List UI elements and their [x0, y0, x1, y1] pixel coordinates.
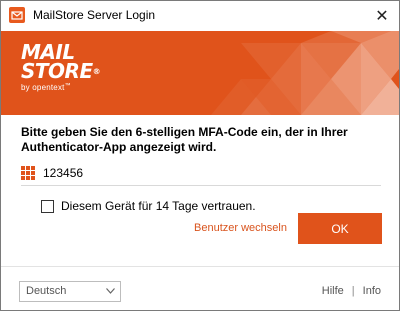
code-input-underline — [21, 185, 381, 186]
trust-device-option[interactable]: Diesem Gerät für 14 Tage vertrauen. — [41, 198, 256, 214]
close-button[interactable]: ✕ — [365, 1, 399, 31]
logo-byline-text: by opentext — [21, 83, 65, 92]
brand-banner: MAIL STORE® by opentext™ — [1, 31, 399, 115]
ok-button[interactable]: OK — [298, 213, 382, 244]
mailstore-app-icon — [9, 7, 25, 23]
logo-line-store: STORE® — [21, 59, 101, 83]
logo-store-text: STORE — [21, 59, 93, 83]
mailstore-logo: MAIL STORE® by opentext™ — [21, 42, 101, 92]
footer-separator: | — [351, 285, 355, 297]
mfa-code-input[interactable] — [41, 164, 245, 182]
window-title: MailStore Server Login — [33, 8, 156, 22]
logo-registered-mark: ® — [92, 67, 101, 76]
language-select[interactable]: Deutsch — [19, 281, 121, 302]
switch-user-link[interactable]: Benutzer wechseln — [194, 222, 287, 234]
language-value: Deutsch — [26, 285, 67, 297]
keypad-icon — [21, 166, 35, 180]
chevron-down-icon — [106, 288, 115, 294]
mfa-prompt: Bitte geben Sie den 6-stelligen MFA-Code… — [21, 125, 348, 154]
trust-device-label: Diesem Gerät für 14 Tage vertrauen. — [61, 199, 256, 213]
footer-links: Hilfe | Info — [322, 285, 381, 297]
login-window: MailStore Server Login ✕ MAIL STORE® by … — [0, 0, 400, 311]
title-bar: MailStore Server Login ✕ — [1, 1, 399, 31]
trust-device-checkbox[interactable] — [41, 199, 54, 213]
logo-byline: by opentext™ — [21, 83, 100, 92]
info-link[interactable]: Info — [363, 285, 381, 297]
close-icon: ✕ — [375, 8, 389, 25]
logo-trademark: ™ — [64, 83, 71, 89]
help-link[interactable]: Hilfe — [322, 285, 344, 297]
footer-divider — [1, 266, 399, 267]
